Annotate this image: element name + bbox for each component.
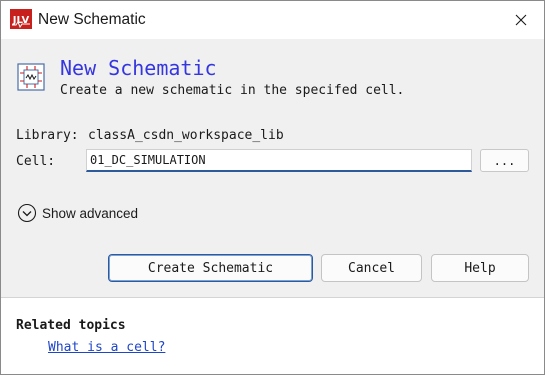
dialog-header-subtitle: Create a new schematic in the specifed c… <box>60 83 405 98</box>
chevron-down-circle-icon <box>17 203 37 223</box>
close-button[interactable] <box>498 1 544 39</box>
related-topics-heading: Related topics <box>16 318 126 333</box>
library-label: Library: <box>16 128 79 143</box>
library-value: classA_csdn_workspace_lib <box>88 128 284 143</box>
title-bar: JLV New Schematic <box>1 1 544 39</box>
cancel-button[interactable]: Cancel <box>321 254 422 282</box>
cell-name-input[interactable] <box>86 149 472 172</box>
related-topics-panel: Related topics What is a cell? <box>1 298 544 374</box>
show-advanced-toggle[interactable]: Show advanced <box>17 203 138 223</box>
jlv-app-icon: JLV <box>10 9 32 29</box>
window-title: New Schematic <box>38 11 146 28</box>
dialog-window: JLV New Schematic New Schematic Create a… <box>0 0 545 375</box>
show-advanced-label: Show advanced <box>42 205 139 221</box>
cell-label: Cell: <box>16 154 56 169</box>
what-is-a-cell-link[interactable]: What is a cell? <box>48 340 165 356</box>
create-schematic-button[interactable]: Create Schematic <box>108 254 313 282</box>
close-icon <box>515 11 527 30</box>
dialog-header-title: New Schematic <box>60 56 217 80</box>
dialog-content: New Schematic Create a new schematic in … <box>1 39 544 297</box>
help-button[interactable]: Help <box>431 254 529 282</box>
schematic-icon <box>17 63 45 91</box>
browse-cell-button[interactable]: ... <box>480 149 529 172</box>
